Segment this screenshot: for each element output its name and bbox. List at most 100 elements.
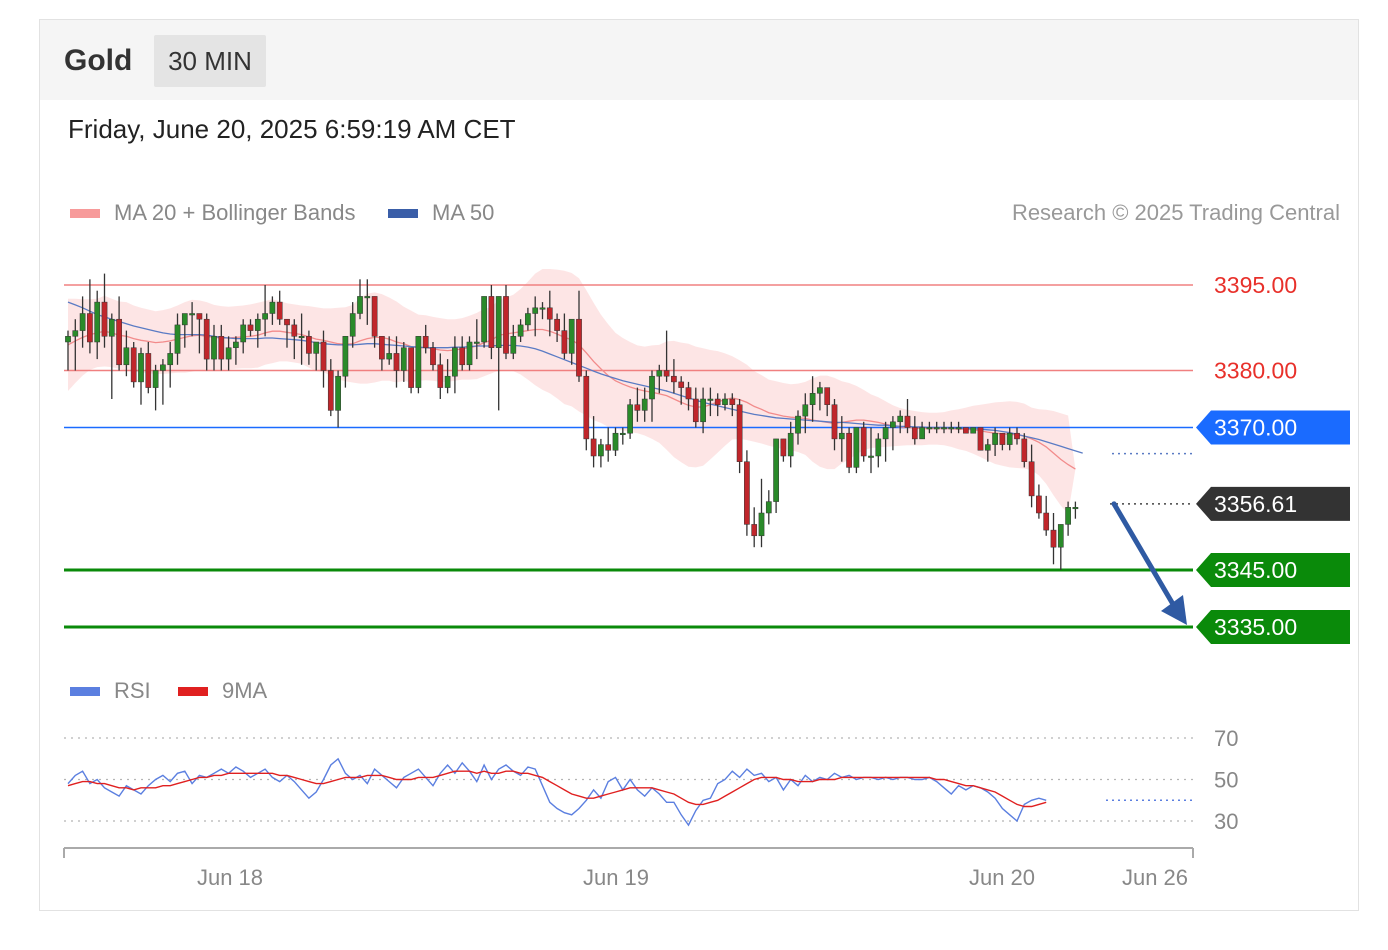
candle-body (430, 347, 436, 366)
candle-body (539, 307, 546, 310)
candle-body (619, 432, 626, 435)
candle-body (561, 330, 568, 354)
candle-body (218, 336, 225, 360)
candle-body (225, 347, 232, 360)
candle-body (970, 427, 977, 434)
candle-body (313, 341, 320, 354)
candle-body (612, 432, 619, 451)
candle-body (868, 455, 874, 458)
candle-body (262, 313, 268, 320)
rsi-line (67, 757, 1047, 827)
rsi-tick-label-50: 50 (1214, 768, 1238, 793)
price-label-3395.00: 3395.00 (1214, 272, 1297, 298)
price-labels-layer: 3395.00 3380.00 3370.00 3356.61 3345.00 3335.… (1196, 272, 1350, 644)
candle-body (1006, 432, 1013, 445)
price-label-3345.00: 3345.00 (1214, 557, 1297, 583)
candle-body (758, 512, 765, 537)
candle-body (846, 432, 852, 468)
candle-body (503, 296, 509, 354)
rsi-tick-label-70: 70 (1214, 726, 1238, 751)
candle-body (203, 318, 210, 360)
candle-body (349, 313, 356, 337)
candle-body (714, 398, 721, 405)
candle-body (196, 313, 203, 320)
candle-body (671, 375, 677, 383)
candle-body (65, 336, 71, 343)
candle-body (977, 427, 984, 451)
candle-body (802, 404, 809, 417)
forecast-arrow-layer (1111, 501, 1187, 625)
candle-body (211, 336, 217, 360)
candle-body (87, 313, 93, 343)
candle-body (809, 393, 816, 405)
candle-body (130, 347, 137, 383)
candle-body (1057, 524, 1064, 548)
candle-body (320, 341, 327, 371)
candle-body (233, 341, 239, 348)
candle-body (291, 324, 298, 337)
candle-body (838, 432, 845, 440)
candle-body (926, 427, 933, 430)
candle-body (875, 438, 882, 457)
rsi-panel: 70 50 30 (64, 726, 1238, 834)
candle-body (765, 501, 772, 514)
price-chart: 3395.00 3380.00 3370.00 3356.61 3345.00 3335.… (63, 269, 1350, 890)
candle-body (72, 330, 79, 337)
candle-body (984, 444, 991, 451)
candle-body (306, 336, 312, 354)
candle-body (145, 353, 152, 388)
candle-body (1021, 438, 1028, 462)
candle-body (101, 301, 108, 337)
candle-body (853, 427, 860, 468)
candle-body (408, 347, 414, 388)
candle-body (473, 341, 480, 344)
price-label-3380.00: 3380.00 (1214, 358, 1297, 384)
candle-body (598, 444, 604, 457)
candle-body (152, 370, 159, 388)
candle-body (999, 432, 1006, 445)
candle-body (138, 353, 144, 383)
candle-body (466, 341, 473, 366)
candle-body (897, 415, 904, 423)
candle-body (992, 432, 998, 445)
price-label-3370.00: 3370.00 (1214, 415, 1297, 441)
candle-body (882, 427, 889, 440)
candle-body (904, 415, 911, 428)
candle-body (678, 381, 685, 388)
candle-body (736, 404, 743, 462)
candle-body (649, 375, 655, 400)
time-axis-label: Jun 18 (197, 865, 263, 890)
candle-body (116, 318, 122, 366)
candle-body (955, 427, 962, 430)
candle-body (1050, 529, 1057, 548)
candle-body (459, 347, 466, 366)
candle-body (890, 421, 896, 428)
candle-body (933, 427, 940, 430)
candle-body (437, 364, 444, 388)
candle-body (919, 427, 925, 440)
candle-body (751, 524, 758, 537)
candle-body (379, 336, 385, 360)
candle-body (284, 318, 290, 326)
candle-body (963, 427, 969, 434)
candle-body (590, 438, 597, 457)
time-axis-label: Jun 19 (583, 865, 649, 890)
candle-body (1065, 507, 1071, 525)
candle-body (357, 296, 363, 314)
candle-body (685, 387, 692, 400)
candle-body (160, 364, 166, 371)
candle-body (605, 444, 612, 451)
candle-body (729, 398, 736, 405)
candle-body (298, 336, 305, 339)
candle-body (254, 318, 261, 331)
candle-body (795, 415, 801, 434)
candle-body (744, 461, 750, 525)
candle-body (400, 347, 407, 371)
candle-body (817, 387, 823, 394)
candle-body (108, 318, 115, 337)
candle-body (364, 296, 371, 299)
time-axis-label: Jun 20 (969, 865, 1035, 890)
candle-body (546, 307, 553, 320)
rsi-9ma-line (67, 770, 1047, 808)
candle-body (700, 398, 706, 423)
